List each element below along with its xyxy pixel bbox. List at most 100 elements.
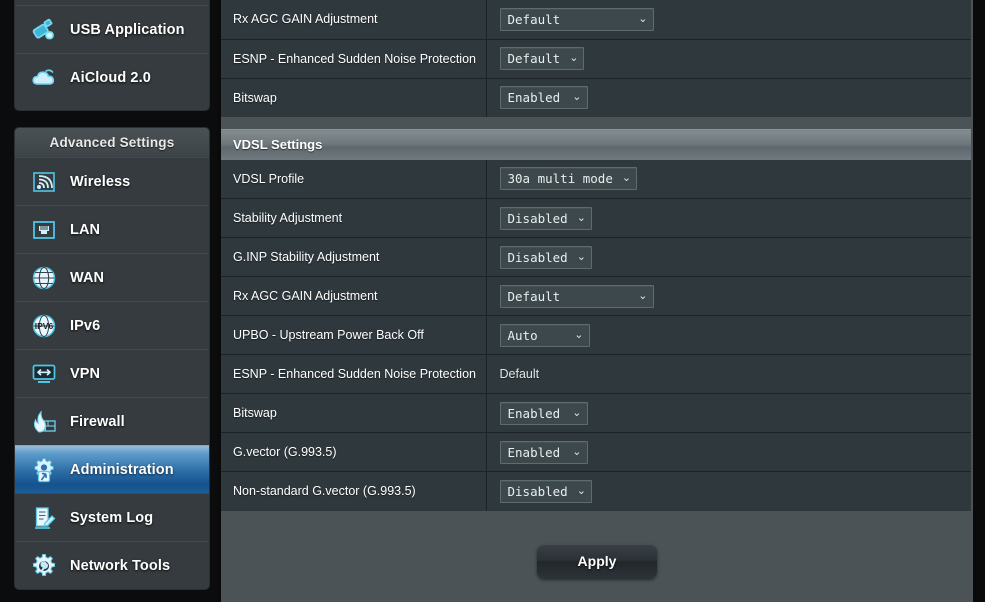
chevron-down-icon: ⌄ xyxy=(574,328,584,341)
vdsl-rx-agc-gain-adjustment-select[interactable]: Default ⌄ xyxy=(499,284,654,308)
table-row: G.vector (G.993.5) Enabled ⌄ xyxy=(221,432,971,472)
apply-footer: Apply xyxy=(221,510,973,602)
vdsl-section-header-row: VDSL Settings xyxy=(221,129,971,160)
table-row: ESNP - Enhanced Sudden Noise Protection … xyxy=(221,354,971,394)
table-row: ESNP - Enhanced Sudden Noise Protection … xyxy=(221,39,971,78)
row-label: ESNP - Enhanced Sudden Noise Protection xyxy=(221,39,487,78)
non-standard-gvector-select[interactable]: Disabled ⌄ xyxy=(499,479,592,503)
cloud-icon xyxy=(29,63,59,93)
select-value: Enabled xyxy=(507,90,561,106)
wireless-icon xyxy=(29,167,59,197)
bitswap-select[interactable]: Enabled ⌄ xyxy=(499,86,588,110)
adsl-settings-table: Rx AGC GAIN Adjustment Default ⌄ ESNP - … xyxy=(221,0,971,117)
vdsl-section-title: VDSL Settings xyxy=(221,129,971,160)
router-admin-page: USB Application AiCloud 2.0 Advanced Set… xyxy=(0,0,985,602)
row-label: ESNP - Enhanced Sudden Noise Protection xyxy=(221,354,487,394)
chevron-down-icon: ⌄ xyxy=(621,172,632,185)
row-value: Enabled ⌄ xyxy=(486,78,971,117)
settings-panel: Rx AGC GAIN Adjustment Default ⌄ ESNP - … xyxy=(221,0,973,602)
main-content: Rx AGC GAIN Adjustment Default ⌄ ESNP - … xyxy=(217,0,985,602)
table-row: Bitswap Enabled ⌄ xyxy=(221,393,971,433)
chevron-down-icon: ⌄ xyxy=(638,289,648,302)
row-label: VDSL Profile xyxy=(221,159,487,199)
sidebar-item-network-tools[interactable]: Network Tools xyxy=(15,541,209,589)
rx-agc-gain-adjustment-select[interactable]: Default ⌄ xyxy=(499,7,654,31)
sidebar-advanced-header: Advanced Settings xyxy=(15,128,209,157)
apply-button[interactable]: Apply xyxy=(537,543,657,578)
sidebar-item-label: WAN xyxy=(70,269,105,286)
svg-text:IPV6: IPV6 xyxy=(35,321,54,331)
chevron-down-icon: ⌄ xyxy=(576,211,586,224)
sidebar-item-system-log[interactable]: System Log xyxy=(15,493,209,541)
gvector-select[interactable]: Enabled ⌄ xyxy=(499,440,588,464)
section-gap xyxy=(221,117,973,129)
table-row: Bitswap Enabled ⌄ xyxy=(221,78,971,117)
chevron-down-icon: ⌄ xyxy=(572,406,582,419)
ipv6-globe-icon: IPV6 xyxy=(29,311,59,341)
row-label: G.vector (G.993.5) xyxy=(221,432,487,472)
row-value: Disabled ⌄ xyxy=(486,199,971,238)
vdsl-bitswap-select[interactable]: Enabled ⌄ xyxy=(499,401,588,425)
chevron-down-icon: ⌄ xyxy=(569,52,579,64)
sidebar-item-label: Administration xyxy=(70,461,174,478)
sidebar-item-wan[interactable]: WAN xyxy=(15,253,209,301)
select-value: Default xyxy=(507,288,561,304)
row-value: Auto ⌄ xyxy=(486,316,971,355)
log-pencil-icon xyxy=(29,503,59,533)
sidebar-item-ipv6[interactable]: IPV6 IPv6 xyxy=(15,301,209,349)
sidebar: USB Application AiCloud 2.0 Advanced Set… xyxy=(0,0,217,602)
sidebar-item-aicloud[interactable]: AiCloud 2.0 xyxy=(15,53,209,101)
select-value: Auto xyxy=(507,327,538,343)
sidebar-item-wireless[interactable]: Wireless xyxy=(15,157,209,205)
chevron-down-icon: ⌄ xyxy=(576,484,586,497)
firewall-flame-icon xyxy=(29,407,59,437)
row-value: Disabled ⌄ xyxy=(486,472,971,511)
row-value: Disabled ⌄ xyxy=(486,238,971,277)
row-value: Default ⌄ xyxy=(486,277,971,316)
globe-icon xyxy=(29,263,59,293)
ginp-stability-adjustment-select[interactable]: Disabled ⌄ xyxy=(499,245,592,269)
vdsl-esnp-value: Default xyxy=(499,367,540,381)
upbo-select[interactable]: Auto ⌄ xyxy=(499,323,590,347)
sidebar-item-label: Firewall xyxy=(70,413,125,430)
select-value: Disabled xyxy=(507,210,568,226)
sidebar-item-label: VPN xyxy=(70,365,101,382)
vdsl-settings-table: VDSL Settings VDSL Profile 30a multi mod… xyxy=(221,129,971,511)
vdsl-profile-select[interactable]: 30a multi mode ⌄ xyxy=(499,167,638,191)
select-value: Default xyxy=(507,51,561,66)
sidebar-item-administration[interactable]: Administration xyxy=(15,445,209,493)
select-value: Enabled xyxy=(507,405,561,421)
row-label: Bitswap xyxy=(221,78,487,117)
sidebar-item-label: System Log xyxy=(70,509,154,526)
lan-port-icon xyxy=(29,215,59,245)
row-value: Enabled ⌄ xyxy=(486,394,971,433)
sidebar-item-label: Network Tools xyxy=(70,557,171,574)
sidebar-item-usb-application[interactable]: USB Application xyxy=(15,5,209,53)
table-row: Rx AGC GAIN Adjustment Default ⌄ xyxy=(221,276,971,316)
table-row: UPBO - Upstream Power Back Off Auto ⌄ xyxy=(221,315,971,355)
chevron-down-icon: ⌄ xyxy=(572,91,582,104)
esnp-select[interactable]: Default ⌄ xyxy=(499,47,585,70)
row-label: UPBO - Upstream Power Back Off xyxy=(221,315,487,355)
sidebar-item-label: LAN xyxy=(70,221,101,238)
table-row: VDSL Profile 30a multi mode ⌄ xyxy=(221,159,971,199)
select-value: Enabled xyxy=(507,444,561,460)
stability-adjustment-select[interactable]: Disabled ⌄ xyxy=(499,206,592,230)
sidebar-item-lan[interactable]: LAN xyxy=(15,205,209,253)
row-value: Default xyxy=(486,355,971,394)
chevron-down-icon: ⌄ xyxy=(638,12,648,25)
vpn-monitor-icon xyxy=(29,359,59,389)
usb-icon xyxy=(29,15,59,45)
select-value: Disabled xyxy=(507,249,568,265)
row-value: Default ⌄ xyxy=(486,0,971,39)
row-value: Default ⌄ xyxy=(486,39,971,78)
sidebar-item-label: Wireless xyxy=(70,173,131,190)
select-value: 30a multi mode xyxy=(507,171,613,187)
sidebar-top-block: USB Application AiCloud 2.0 xyxy=(14,0,210,111)
select-value: Disabled xyxy=(507,483,568,499)
row-label: G.INP Stability Adjustment xyxy=(221,237,487,277)
table-row: Non-standard G.vector (G.993.5) Disabled… xyxy=(221,471,971,511)
sidebar-item-label: USB Application xyxy=(70,21,185,38)
sidebar-item-vpn[interactable]: VPN xyxy=(15,349,209,397)
sidebar-item-firewall[interactable]: Firewall xyxy=(15,397,209,445)
